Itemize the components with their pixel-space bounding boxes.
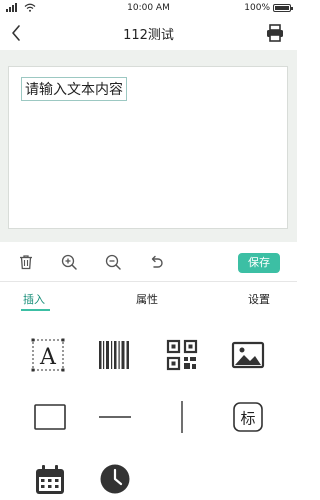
zoom-out-icon[interactable] xyxy=(104,253,122,271)
tab-properties[interactable]: 属性 xyxy=(136,291,158,307)
clock-icon[interactable] xyxy=(98,462,132,496)
save-button[interactable]: 保存 xyxy=(238,253,280,273)
edit-toolbar: 保存 xyxy=(0,247,297,277)
zoom-in-icon[interactable] xyxy=(60,253,78,271)
print-icon[interactable] xyxy=(265,23,285,43)
status-bar: 10:00 AM 100% xyxy=(0,0,297,16)
horizontal-line-icon[interactable] xyxy=(98,400,132,434)
svg-text:标: 标 xyxy=(240,410,255,428)
text-icon[interactable]: A xyxy=(31,338,65,372)
calendar-icon[interactable] xyxy=(33,462,67,496)
undo-icon[interactable] xyxy=(147,253,165,271)
barcode-icon[interactable] xyxy=(97,338,131,372)
image-icon[interactable] xyxy=(231,338,265,372)
battery-group: 100% xyxy=(244,3,293,13)
battery-icon xyxy=(273,4,293,12)
property-tabs: 插入 属性 设置 xyxy=(0,281,297,314)
delete-icon[interactable] xyxy=(17,253,35,271)
vertical-line-icon[interactable] xyxy=(165,400,199,434)
canvas-area: 请输入文本内容 xyxy=(0,50,297,242)
qrcode-icon[interactable] xyxy=(165,338,199,372)
active-tab-indicator xyxy=(21,309,50,311)
rectangle-icon[interactable] xyxy=(33,400,67,434)
tab-insert[interactable]: 插入 xyxy=(23,291,45,307)
battery-percent: 100% xyxy=(244,3,270,13)
tab-settings[interactable]: 设置 xyxy=(248,291,270,307)
canvas-text-element[interactable]: 请输入文本内容 xyxy=(21,77,127,101)
header: 112测试 xyxy=(0,16,297,50)
page-title: 112测试 xyxy=(123,28,174,43)
label-canvas[interactable]: 请输入文本内容 xyxy=(8,66,288,229)
svg-text:A: A xyxy=(39,345,57,370)
logo-icon[interactable]: 标 xyxy=(231,400,265,434)
